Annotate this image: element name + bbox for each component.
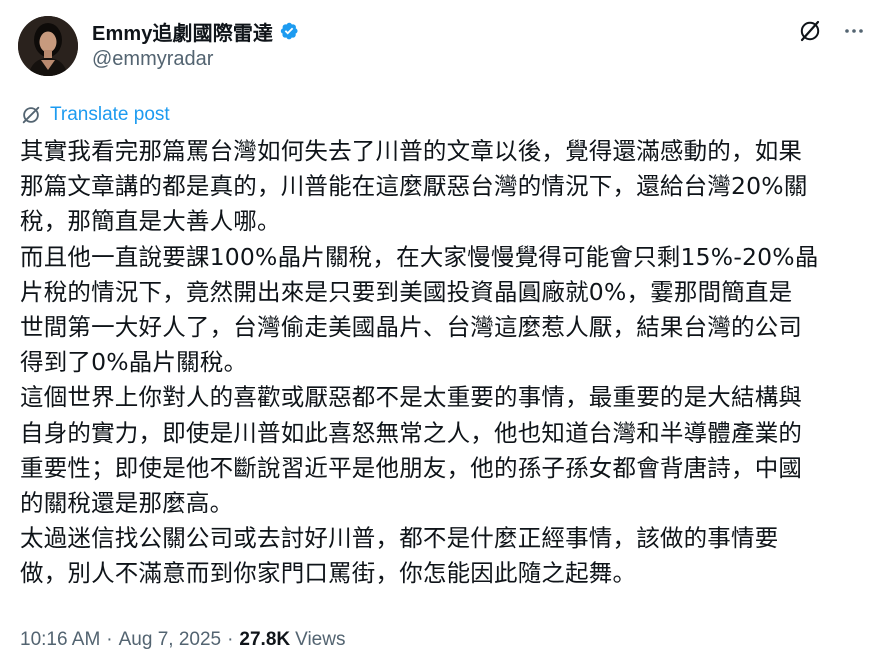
post-text-line: 那篇文章講的都是真的，川普能在這麼厭惡台灣的情況下，還給台灣20%關	[20, 172, 808, 201]
post-text-line: 做，別人不滿意而到你家門口罵街，你怎能因此隨之起舞。	[20, 559, 637, 588]
views-count[interactable]: 27.8K	[239, 629, 290, 651]
post-text-line: 這個世界上你對人的喜歡或厭惡都不是太重要的事情，最重要的是大結構與	[20, 383, 803, 412]
avatar[interactable]	[18, 16, 78, 76]
post-text-line: 稅，那簡直是大善人哪。	[20, 207, 281, 236]
post-time[interactable]: 10:16 AM	[20, 629, 100, 651]
more-icon[interactable]	[841, 18, 867, 44]
meta-separator: ·	[106, 629, 113, 650]
post-text-line: 的關稅還是那麼高。	[20, 489, 234, 518]
grok-icon[interactable]	[797, 18, 823, 44]
post-text-line: 得到了0%晶片關稅。	[20, 348, 248, 377]
post-text-line: 太過迷信找公關公司或去討好川普，都不是什麼正經事情，該做的事情要	[20, 524, 779, 553]
author-name-row: Emmy追劇國際雷達	[92, 17, 299, 45]
post-date[interactable]: Aug 7, 2025	[119, 629, 221, 651]
post-text-line: 世間第一大好人了，台灣偷走美國晶片、台灣這麼惹人厭，結果台灣的公司	[20, 313, 803, 342]
author-display-name[interactable]: Emmy追劇國際雷達	[92, 17, 273, 46]
post-meta: 10:16 AM · Aug 7, 2025 · 27.8K Views	[20, 629, 345, 651]
post-text-line: 自身的實力，即使是川普如此喜怒無常之人，他也知道台灣和半導體產業的	[20, 418, 803, 447]
post-actions	[797, 18, 867, 44]
post-text-line: 重要性；即使是他不斷說習近平是他朋友，他的孫子孫女都會背唐詩，中國	[20, 453, 803, 482]
author-handle[interactable]: @emmyradar	[92, 48, 299, 71]
avatar-image	[18, 16, 78, 76]
post-text-line: 而且他一直說要課100%晶片關稅，在大家慢慢覺得可能會只剩15%-20%晶	[20, 242, 819, 271]
verified-badge-icon[interactable]	[279, 21, 299, 41]
meta-separator: ·	[227, 629, 234, 650]
views-label: Views	[295, 629, 346, 650]
post-text-line: 其實我看完那篇罵台灣如何失去了川普的文章以後，覺得還滿感動的，如果	[20, 137, 803, 165]
post-text-line: 片稅的情況下，竟然開出來是只要到美國投資晶圓廠就0%，霎那間簡直是	[20, 277, 793, 306]
translate-post-link[interactable]: Translate post	[20, 104, 170, 126]
author-block: Emmy追劇國際雷達 @emmyradar	[92, 17, 299, 71]
translate-icon	[20, 104, 42, 126]
post-text: 其實我看完那篇罵台灣如何失去了川普的文章以後，覺得還滿感動的，如果 那篇文章講的…	[20, 134, 880, 592]
post-card: Emmy追劇國際雷達 @emmyradar Translate post 其實我…	[0, 0, 889, 664]
translate-label: Translate post	[50, 104, 170, 125]
